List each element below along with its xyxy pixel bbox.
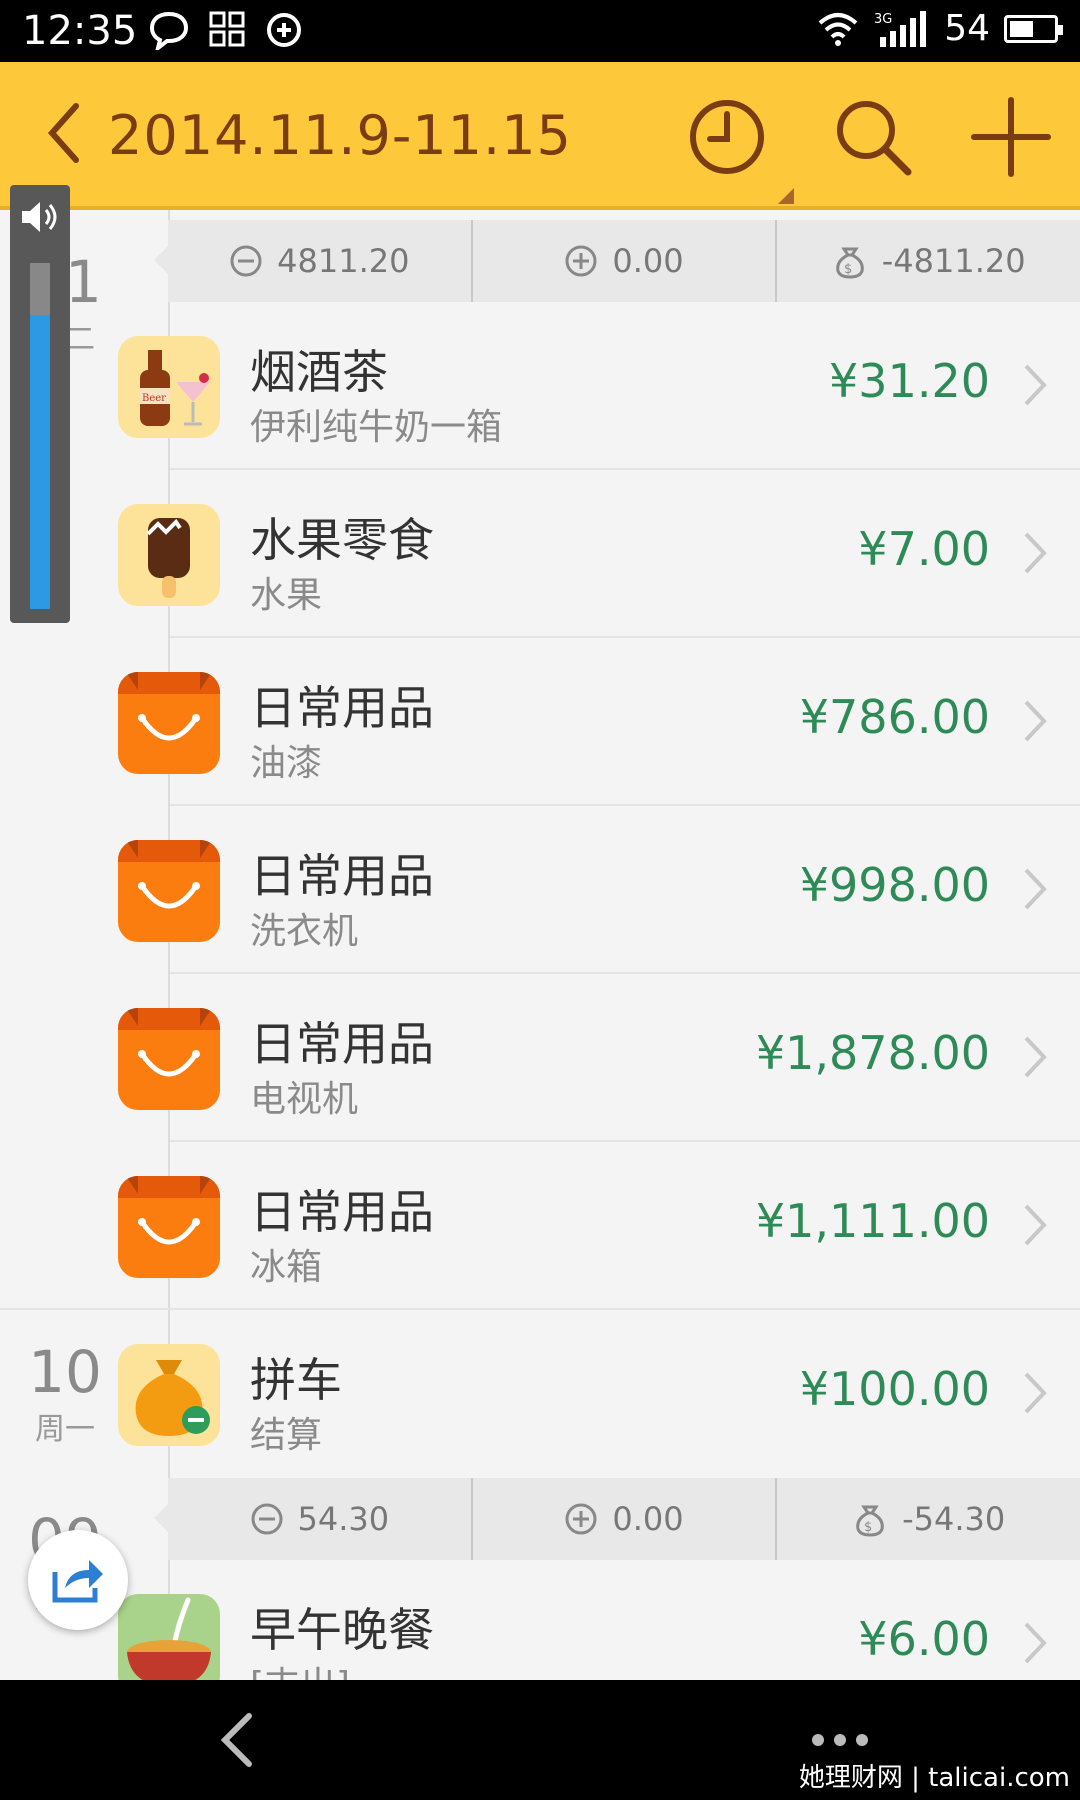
amount-label: ¥786.00 xyxy=(799,690,990,744)
income-total: 0.00 xyxy=(473,220,778,302)
speaker-icon xyxy=(22,202,57,232)
category-label: 早午晚餐 xyxy=(250,1603,434,1657)
nav-back-icon[interactable] xyxy=(215,1710,259,1770)
minus-circle-icon xyxy=(230,245,262,277)
clock-icon[interactable] xyxy=(682,92,772,182)
minus-circle-icon xyxy=(251,1503,283,1535)
money-bag-icon: $ xyxy=(835,247,864,279)
share-icon xyxy=(52,1560,103,1603)
add-icon[interactable] xyxy=(966,92,1056,182)
money-bag-minus-icon xyxy=(118,1344,220,1446)
chevron-right-icon xyxy=(1024,1204,1047,1246)
plus-circle-icon xyxy=(565,1503,597,1535)
navigation-bar: 她理财网 | talicai.com xyxy=(0,1680,1080,1800)
transaction-row[interactable]: 日常用品 冰箱 ¥1,111.00 xyxy=(0,1142,1080,1310)
status-time: 12:35 xyxy=(22,8,138,54)
search-icon[interactable] xyxy=(828,92,918,182)
note-label: 伊利纯牛奶一箱 xyxy=(250,407,503,448)
app-header: 2014.11.9-11.15 xyxy=(0,62,1080,210)
day-summary-11: 4811.20 0.00 $ -4811.20 xyxy=(154,220,1080,302)
svg-text:$: $ xyxy=(864,1520,872,1535)
wifi-icon xyxy=(818,12,858,46)
chevron-right-icon xyxy=(1024,700,1047,742)
money-bag-icon: $ xyxy=(856,1505,884,1537)
chevron-right-icon xyxy=(1024,1372,1047,1414)
chevron-right-icon xyxy=(1024,1036,1047,1078)
note-label: 油漆 xyxy=(250,743,323,784)
network-type: 3G xyxy=(874,12,892,27)
note-label: 电视机 xyxy=(250,1079,359,1120)
svg-text:$: $ xyxy=(844,262,852,277)
transaction-row[interactable]: 10 周一 拼车 结算 ¥100.00 xyxy=(0,1310,1080,1478)
category-label: 日常用品 xyxy=(250,1017,434,1071)
chevron-right-icon xyxy=(1024,364,1047,406)
transaction-row[interactable]: 日常用品 洗衣机 ¥998.00 xyxy=(0,806,1080,974)
income-total: 0.00 xyxy=(473,1478,778,1560)
status-bar: 12:35 3G 54 xyxy=(0,0,1080,62)
category-label: 烟酒茶 xyxy=(250,345,388,399)
shopping-bag-icon xyxy=(118,1008,220,1110)
category-label: 日常用品 xyxy=(250,1185,434,1239)
date-range-title[interactable]: 2014.11.9-11.15 xyxy=(108,104,572,167)
share-fab[interactable] xyxy=(28,1530,128,1630)
expense-total: 54.30 xyxy=(168,1478,473,1560)
note-label: 水果 xyxy=(250,575,323,616)
amount-label: ¥7.00 xyxy=(858,522,990,576)
transaction-row[interactable]: 日常用品 油漆 ¥786.00 xyxy=(0,638,1080,806)
chat-bubble-icon xyxy=(149,11,189,50)
dropdown-corner-icon xyxy=(778,188,794,204)
beer-cocktail-icon: Beer xyxy=(118,336,220,438)
category-label: 日常用品 xyxy=(250,681,434,735)
amount-label: ¥31.20 xyxy=(829,354,990,408)
sync-icon xyxy=(267,13,301,47)
note-label: 洗衣机 xyxy=(250,911,359,952)
note-label: 结算 xyxy=(250,1415,323,1456)
amount-label: ¥6.00 xyxy=(858,1612,990,1666)
note-label: 冰箱 xyxy=(250,1247,323,1288)
amount-label: ¥1,878.00 xyxy=(755,1026,990,1080)
back-arrow-icon[interactable] xyxy=(42,98,92,168)
amount-label: ¥100.00 xyxy=(799,1362,990,1416)
category-label: 日常用品 xyxy=(250,849,434,903)
plus-circle-icon xyxy=(565,245,597,277)
shopping-bag-icon xyxy=(118,672,220,774)
battery-percent: 54 xyxy=(944,8,990,49)
category-label: 水果零食 xyxy=(250,513,434,567)
expense-total: 4811.20 xyxy=(168,220,473,302)
popsicle-icon xyxy=(118,504,220,606)
chevron-right-icon xyxy=(1024,868,1047,910)
transaction-row[interactable]: 日常用品 电视机 ¥1,878.00 xyxy=(0,974,1080,1142)
amount-label: ¥1,111.00 xyxy=(755,1194,990,1248)
balance-total: $ -54.30 xyxy=(777,1478,1080,1560)
date-10: 10 周一 xyxy=(28,1338,102,1447)
grid-apps-icon xyxy=(209,11,245,47)
chevron-right-icon xyxy=(1024,532,1047,574)
balance-total: $ -4811.20 xyxy=(777,220,1080,302)
svg-text:Beer: Beer xyxy=(142,393,166,404)
day-summary-09: 54.30 0.00 $ -54.30 xyxy=(154,1478,1080,1560)
transaction-row[interactable]: 水果零食 水果 ¥7.00 xyxy=(0,470,1080,638)
battery-icon xyxy=(1004,14,1063,43)
chevron-right-icon xyxy=(1024,1622,1047,1664)
more-menu-icon[interactable] xyxy=(812,1734,868,1746)
watermark: 她理财网 | talicai.com xyxy=(798,1763,1070,1793)
category-label: 拼车 xyxy=(250,1353,342,1407)
amount-label: ¥998.00 xyxy=(799,858,990,912)
shopping-bag-icon xyxy=(118,1176,220,1278)
shopping-bag-icon xyxy=(118,840,220,942)
signal-icon: 3G xyxy=(874,10,927,47)
transaction-row[interactable]: Beer 烟酒茶 伊利纯牛奶一箱 ¥31.20 xyxy=(0,302,1080,470)
